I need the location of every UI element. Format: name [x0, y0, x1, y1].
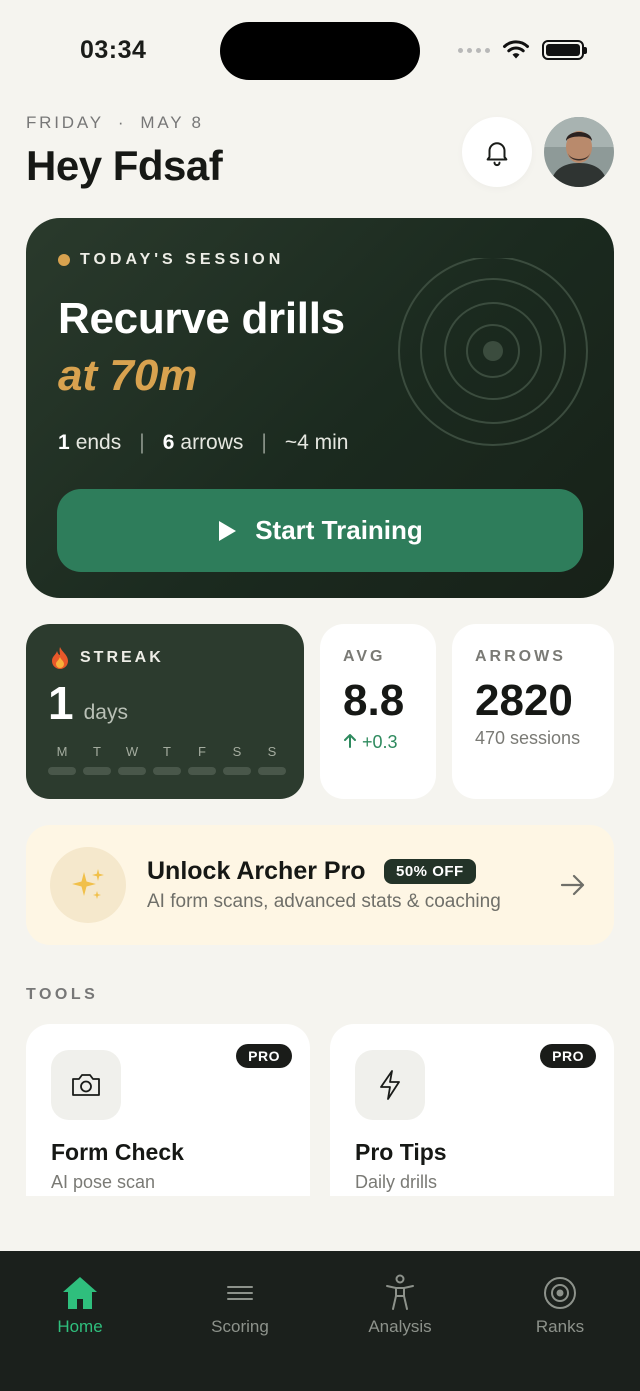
status-bar: 03:34	[0, 0, 640, 100]
pro-badge: PRO	[540, 1044, 596, 1068]
fire-icon	[52, 647, 68, 669]
day-thursday: T	[153, 744, 181, 775]
ends-label: ends	[75, 431, 122, 454]
tab-label: Home	[57, 1317, 103, 1336]
person-icon	[380, 1273, 420, 1313]
bell-icon	[486, 142, 508, 167]
home-icon	[60, 1273, 100, 1313]
menu-lines-icon	[220, 1273, 260, 1313]
session-tag: TODAY'S SESSION	[58, 251, 284, 269]
meta-separator: |	[261, 431, 267, 454]
avg-delta: +0.3	[343, 732, 398, 753]
status-time: 03:34	[80, 36, 147, 64]
date-line: FRIDAY · MAY 8	[26, 113, 204, 133]
discount-badge: 50% OFF	[384, 859, 476, 884]
tab-analysis[interactable]: Analysis	[320, 1251, 480, 1391]
arrow-up-icon	[344, 734, 356, 748]
arrows-count: 6	[162, 431, 175, 454]
promo-subtitle: AI form scans, advanced stats & coaching	[147, 891, 501, 912]
day-wednesday: W	[118, 744, 146, 775]
avg-value: 8.8	[343, 676, 405, 725]
streak-label: STREAK	[80, 649, 164, 666]
tab-label: Scoring	[211, 1317, 269, 1336]
session-title: Recurve drills	[58, 294, 345, 343]
target-icon	[540, 1273, 580, 1313]
day-saturday: S	[223, 744, 251, 775]
camera-icon	[51, 1050, 121, 1120]
day-bar	[188, 767, 216, 775]
play-icon	[219, 520, 237, 541]
tool-subtitle: Daily drills	[355, 1172, 438, 1192]
session-distance: at 70m	[58, 351, 198, 400]
todays-session-card: TODAY'S SESSION Recurve drills at 70m 1 …	[26, 218, 614, 598]
tool-subtitle: AI pose scan	[51, 1172, 156, 1192]
pro-badge: PRO	[236, 1044, 292, 1068]
day-bar	[153, 767, 181, 775]
streak-header: STREAK	[50, 646, 164, 670]
avatar[interactable]	[544, 117, 614, 187]
day-bar	[118, 767, 146, 775]
status-dot	[58, 254, 70, 266]
tab-scoring[interactable]: Scoring	[160, 1251, 320, 1391]
day-tuesday: T	[83, 744, 111, 775]
tab-bar: Home Scoring Analysis Ranks	[0, 1251, 640, 1391]
streak-card[interactable]: STREAK 1 days M T W T F S S	[26, 624, 304, 799]
day-monday: M	[48, 744, 76, 775]
tools-heading: TOOLS	[26, 986, 99, 1003]
target-rings-decoration	[398, 258, 588, 446]
arrows-card[interactable]: ARROWS 2820 470 sessions	[452, 624, 614, 799]
ends-count: 1	[58, 431, 70, 454]
streak-unit: days	[83, 701, 128, 724]
pro-upsell-card[interactable]: Unlock Archer Pro 50% OFF AI form scans,…	[26, 825, 614, 945]
cellular-signal-icon	[458, 47, 490, 53]
sessions-count: 470 sessions	[475, 728, 581, 748]
meta-separator: |	[139, 431, 145, 454]
sparkles-icon	[50, 847, 126, 923]
day-bar	[258, 767, 286, 775]
weekday: FRIDAY	[26, 113, 104, 132]
day-sunday: S	[258, 744, 286, 775]
streak-number: 1	[48, 677, 74, 729]
session-meta: 1 ends | 6 arrows | ~4 min	[58, 431, 349, 455]
avg-delta-value: +0.3	[362, 732, 398, 752]
day-bar	[83, 767, 111, 775]
avg-label: AVG	[343, 648, 386, 665]
greeting: Hey Fdsaf	[26, 142, 223, 189]
session-tag-label: TODAY'S SESSION	[80, 251, 285, 268]
tab-home[interactable]: Home	[0, 1251, 160, 1391]
start-training-label: Start Training	[255, 515, 423, 545]
tab-ranks[interactable]: Ranks	[480, 1251, 640, 1391]
tool-title: Form Check	[51, 1139, 184, 1165]
tool-title: Pro Tips	[355, 1139, 447, 1165]
arrows-label: arrows	[180, 431, 244, 454]
day-bar	[223, 767, 251, 775]
arrow-right-icon	[560, 874, 585, 896]
arrows-value: 2820	[475, 676, 573, 725]
day-friday: F	[188, 744, 216, 775]
date: MAY 8	[140, 113, 204, 132]
battery-icon	[542, 40, 587, 60]
week-tracker: M T W T F S S	[48, 744, 286, 775]
status-icons	[458, 40, 587, 60]
tab-label: Ranks	[535, 1317, 585, 1336]
arrows-label: ARROWS	[475, 648, 566, 665]
dynamic-island	[220, 22, 420, 80]
notifications-button[interactable]	[462, 117, 532, 187]
promo-title: Unlock Archer Pro	[147, 857, 366, 885]
tool-card-form-check[interactable]: PRO Form Check AI pose scan	[26, 1024, 310, 1196]
streak-count: 1 days	[48, 676, 128, 730]
wifi-icon	[503, 40, 529, 59]
date-separator: ·	[117, 113, 127, 132]
lightning-icon	[355, 1050, 425, 1120]
session-duration: ~4 min	[284, 431, 349, 454]
day-bar	[48, 767, 76, 775]
tool-card-pro-tips[interactable]: PRO Pro Tips Daily drills	[330, 1024, 614, 1196]
tab-label: Analysis	[368, 1317, 432, 1336]
start-training-button[interactable]: Start Training	[57, 489, 583, 572]
avg-card[interactable]: AVG 8.8 +0.3	[320, 624, 436, 799]
